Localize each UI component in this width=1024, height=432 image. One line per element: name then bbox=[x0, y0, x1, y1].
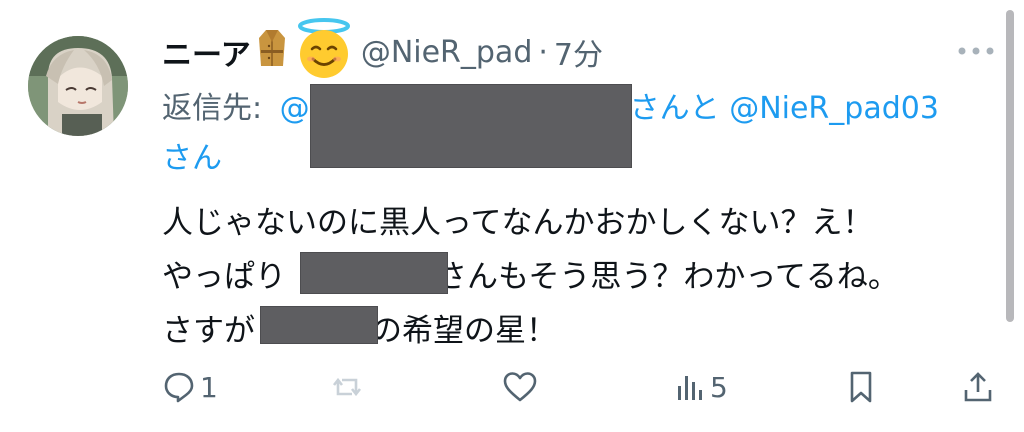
repost-button[interactable] bbox=[330, 370, 364, 404]
like-button[interactable] bbox=[502, 370, 538, 404]
body-line-3-start: さすが bbox=[162, 313, 255, 349]
reply-suffix: さん bbox=[162, 141, 222, 176]
scrollbar[interactable] bbox=[1006, 10, 1014, 322]
bookmark-icon bbox=[846, 370, 876, 404]
action-bar: 1 5 bbox=[0, 362, 1024, 412]
body-line-1: 人じゃないのに黒人ってなんかおかしくない？え！ bbox=[162, 205, 874, 241]
redaction-box bbox=[260, 306, 378, 344]
bookmark-button[interactable] bbox=[846, 370, 876, 404]
timestamp[interactable]: 7分 bbox=[554, 30, 603, 74]
body-line-3-end: の希望の星！ bbox=[371, 313, 557, 349]
coat-icon bbox=[257, 28, 287, 76]
reply-mid: さんと bbox=[629, 91, 720, 126]
redaction-box bbox=[310, 84, 632, 168]
views-button[interactable]: 5 bbox=[676, 370, 728, 404]
share-button[interactable] bbox=[962, 370, 994, 404]
reply-prefix: 返信先: bbox=[162, 91, 263, 126]
reply-button[interactable]: 1 bbox=[162, 370, 218, 404]
share-icon bbox=[962, 370, 994, 404]
reply-count: 1 bbox=[200, 370, 218, 404]
redaction-box bbox=[300, 252, 448, 294]
bar-chart-icon bbox=[676, 370, 706, 404]
avatar[interactable] bbox=[28, 36, 128, 136]
heart-icon bbox=[502, 370, 538, 404]
repost-icon bbox=[330, 370, 364, 404]
reply-user-1[interactable]: @ bbox=[280, 91, 310, 126]
reply-user-2[interactable]: @NieR_pad03 bbox=[729, 91, 939, 126]
body-line-2-end: さんもそう思う？わかってるね。 bbox=[436, 259, 899, 295]
body-line-2: やっぱり さんもそう思う？わかってるね。 bbox=[162, 250, 982, 304]
tweet-card[interactable]: ニーア @NieR_pad · 7分 返信先: @ さんと @NieR_pad0… bbox=[0, 0, 1024, 432]
halo-smiley-icon bbox=[291, 15, 357, 89]
display-name[interactable]: ニーア bbox=[162, 30, 251, 74]
more-dots-icon[interactable] bbox=[948, 36, 1008, 66]
separator-dot: · bbox=[538, 34, 548, 70]
reply-icon bbox=[162, 370, 196, 404]
tweet-header: ニーア @NieR_pad · 7分 bbox=[162, 18, 603, 78]
body-line-2-start: やっぱり bbox=[162, 259, 286, 295]
views-count: 5 bbox=[710, 370, 728, 404]
handle[interactable]: @NieR_pad bbox=[361, 35, 533, 70]
